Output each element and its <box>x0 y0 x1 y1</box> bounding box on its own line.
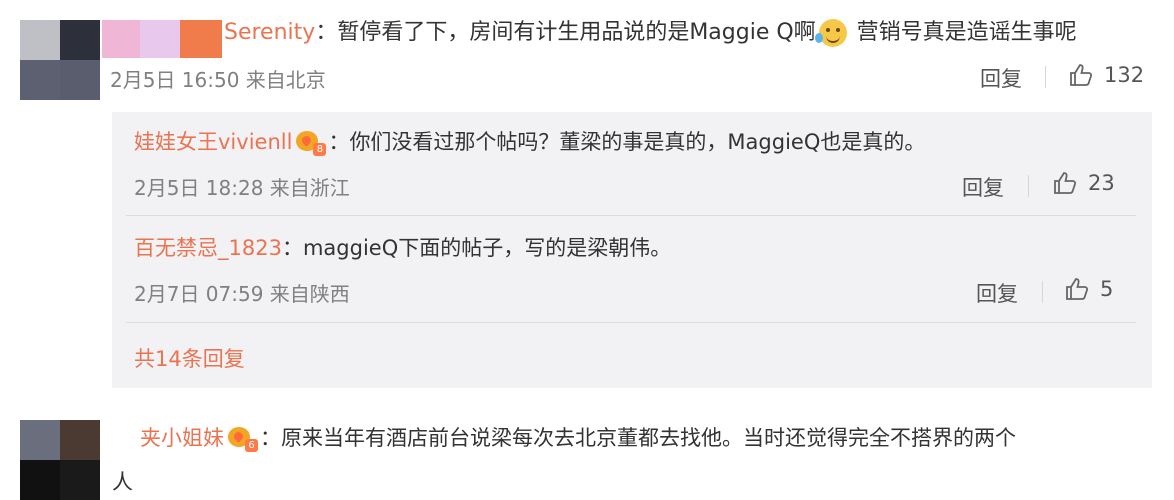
thumbs-up-icon <box>1066 278 1089 300</box>
like-count: 132 <box>1104 63 1145 87</box>
laugh-cry-emoji-icon <box>814 19 847 47</box>
reply-item: 娃娃女王vivienll 8 ：你们没看过那个帖吗？董梁的事是真的，MaggieQ也… <box>134 130 926 156</box>
vip-badge-icon: 6 <box>226 426 258 452</box>
vip-badge-icon: 8 <box>294 130 327 156</box>
divider <box>1045 66 1046 88</box>
reply-button[interactable]: 回复 <box>980 63 1022 93</box>
reply-divider <box>126 322 1136 323</box>
comment-timestamp: 2月5日 16:50 来自北京 <box>110 68 326 92</box>
like-button[interactable]: 5 <box>1064 276 1113 302</box>
reply-timestamp: 2月5日 18:28 来自浙江 <box>134 176 350 200</box>
divider <box>1028 175 1029 197</box>
view-more-replies-link[interactable]: 共14条回复 <box>134 343 245 373</box>
like-count: 23 <box>1088 171 1115 195</box>
comment-text-cont: 营销号真是造谣生事呢 <box>849 20 1077 45</box>
reply-button[interactable]: 回复 <box>962 172 1004 202</box>
reply-username[interactable]: 娃娃女王vivienll <box>134 130 292 154</box>
comment-username[interactable]: 夹小姐妹 <box>140 426 224 450</box>
reply-text: 你们没看过那个帖吗？董梁的事是真的，MaggieQ也是真的。 <box>349 130 926 154</box>
comment-body: 夹小姐妹 6 ：原来当年有酒店前台说梁每次去北京董都去找他。当时还觉得完全不搭界的两… <box>140 426 1016 452</box>
thumbs-up-icon <box>1070 64 1093 86</box>
comment-text-cont: 人 <box>112 470 133 494</box>
comment-text: 暂停看了下，房间有计生用品说的是Maggie Q啊 <box>337 20 816 45</box>
thumbs-up-icon <box>1054 172 1077 194</box>
comment-thread: Serenity：暂停看了下，房间有计生用品说的是Maggie Q啊 营销号真是… <box>0 0 1174 500</box>
reply-item: 百无禁忌_1823：maggieQ下面的帖子，写的是梁朝伟。 <box>134 236 672 260</box>
divider <box>1042 281 1043 303</box>
comment-text: 原来当年有酒店前台说梁每次去北京董都去找他。当时还觉得完全不搭界的两个 <box>281 426 1016 450</box>
like-button[interactable]: 23 <box>1052 170 1115 196</box>
like-button[interactable]: 132 <box>1068 62 1144 88</box>
comment-username[interactable]: Serenity <box>224 20 315 45</box>
comment-body: Serenity：暂停看了下，房间有计生用品说的是Maggie Q啊 营销号真是… <box>224 16 1077 50</box>
reply-username[interactable]: 百无禁忌_1823 <box>134 236 282 260</box>
reply-timestamp: 2月7日 07:59 来自陕西 <box>134 282 350 306</box>
separator: ： <box>315 20 338 45</box>
avatar[interactable] <box>20 20 100 100</box>
username-mosaic <box>102 20 222 58</box>
reply-divider <box>126 215 1136 216</box>
avatar[interactable] <box>20 420 100 500</box>
like-count: 5 <box>1100 277 1114 301</box>
reply-button[interactable]: 回复 <box>976 278 1018 308</box>
reply-text: maggieQ下面的帖子，写的是梁朝伟。 <box>302 236 672 260</box>
